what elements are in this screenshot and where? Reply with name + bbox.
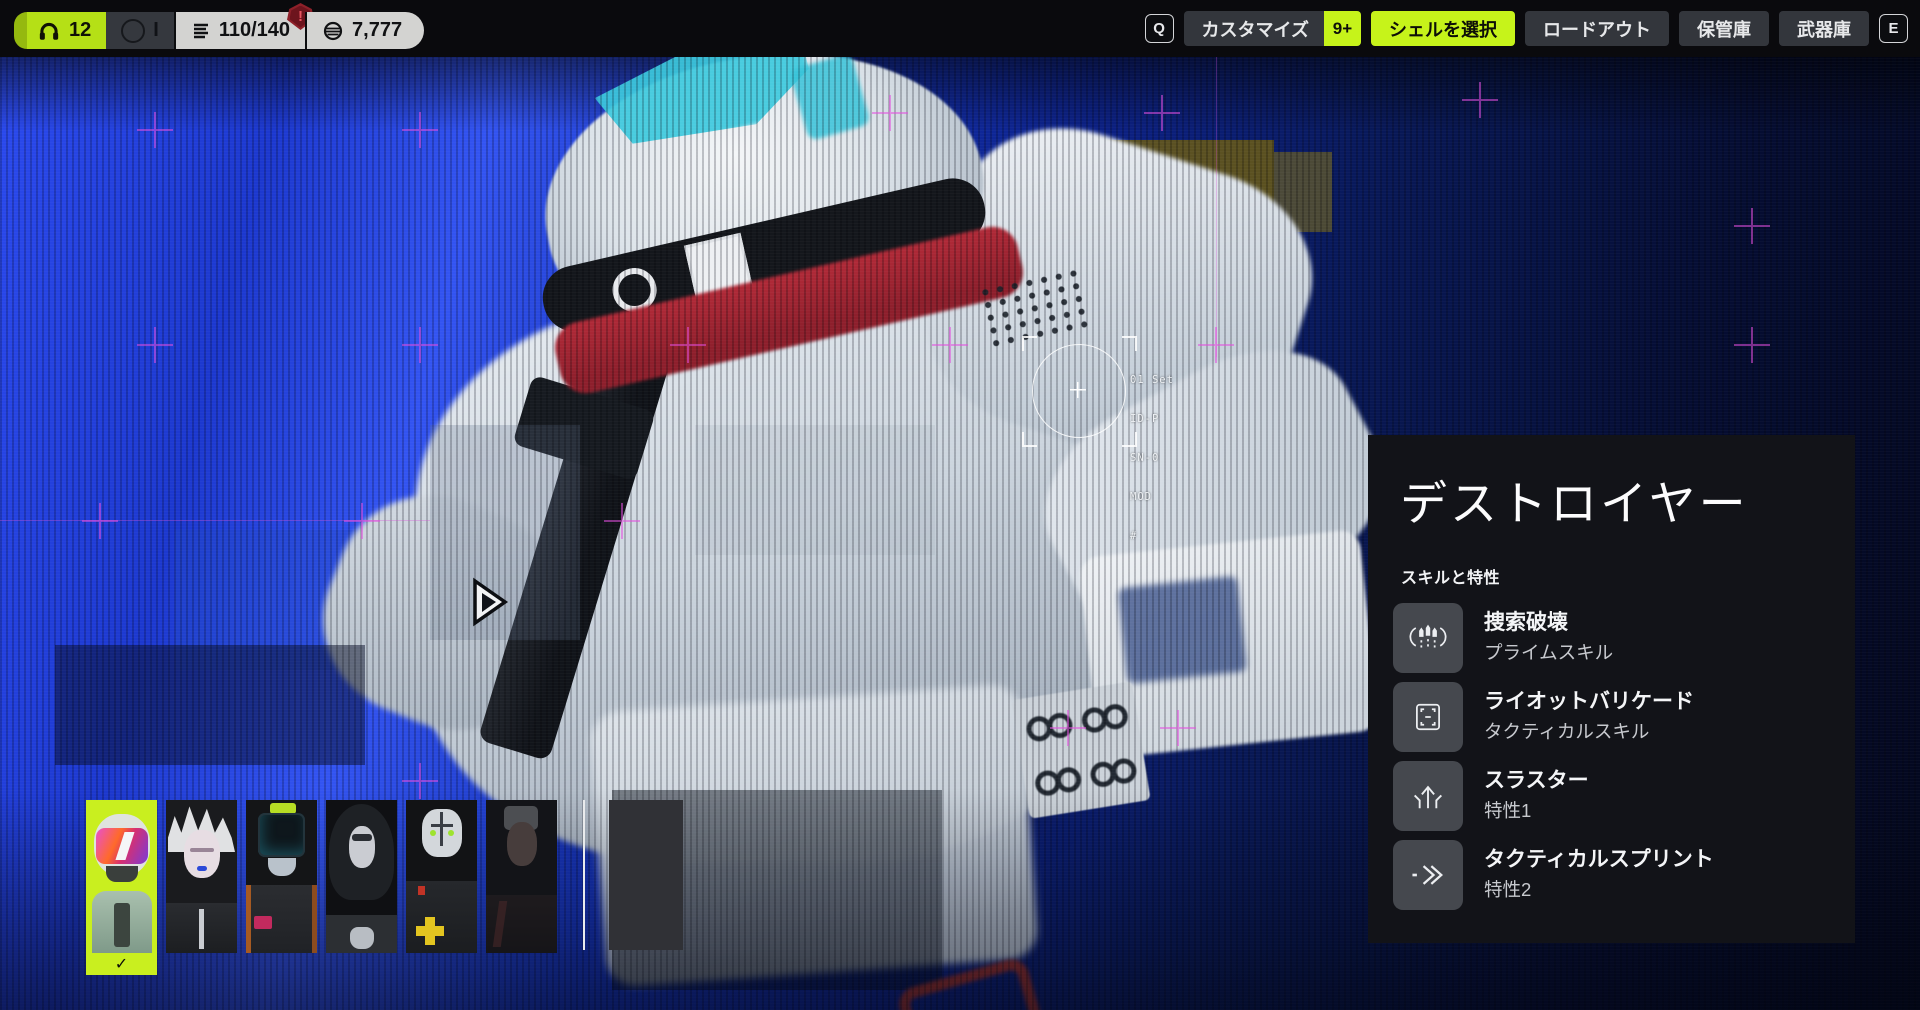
shell-selector-divider	[583, 800, 585, 950]
skill-type: 特性2	[1484, 876, 1714, 902]
key-q-badge: Q	[1145, 14, 1174, 43]
armory-button[interactable]: 武器庫	[1779, 11, 1869, 46]
skills-section-label: スキルと特性	[1401, 564, 1855, 588]
circle-icon	[121, 19, 145, 43]
top-nav: Q カスタマイズ 9+ シェルを選択 ロードアウト 保管庫 武器庫 E	[1145, 11, 1908, 46]
skill-row-trait1[interactable]: スラスター 特性1	[1393, 761, 1855, 831]
shell-name-title: デストロイヤー	[1400, 465, 1855, 534]
selected-check-icon: ✓	[86, 953, 157, 975]
top-bar: 12 I 110/140 ! 7,777	[0, 0, 1920, 57]
bars-icon	[191, 20, 211, 42]
skill-name: タクティカルスプリント	[1484, 848, 1714, 872]
barricade-icon	[1393, 682, 1463, 752]
rank-value: I	[153, 19, 159, 42]
skill-name: スラスター	[1484, 769, 1589, 793]
currency-badge[interactable]: 7,777	[305, 12, 424, 49]
customize-button[interactable]: カスタマイズ 9+	[1184, 11, 1361, 46]
sprint-icon	[1393, 840, 1463, 910]
capacity-badge[interactable]: 110/140 !	[174, 12, 305, 49]
mouse-cursor	[468, 576, 512, 628]
select-shell-button[interactable]: シェルを選択	[1371, 11, 1515, 46]
shell-selector: ✓	[86, 800, 557, 975]
shell-thumbnail-1-selected[interactable]: ✓	[86, 800, 157, 975]
game-screen: 01 Set ID-P SN-0 MOD # 12 I	[0, 0, 1920, 1010]
rank-badge[interactable]: I	[106, 12, 174, 49]
skill-name: ライオットバリケード	[1484, 690, 1694, 714]
fans-count: 12	[69, 19, 91, 42]
shell-thumbnail-6[interactable]	[486, 800, 557, 953]
customize-count-badge: 9+	[1324, 11, 1361, 46]
skill-type: タクティカルスキル	[1484, 718, 1694, 744]
skill-type: プライムスキル	[1484, 639, 1613, 665]
skills-list: 捜索破壊 プライムスキル ライオットバリケード タクティカルスキル	[1393, 603, 1855, 910]
shell-thumbnail-5[interactable]	[406, 800, 477, 953]
shell-thumbnail-3[interactable]	[246, 800, 317, 953]
shell-empty-slot[interactable]	[609, 800, 683, 950]
shell-thumbnail-2[interactable]	[166, 800, 237, 953]
shell-thumbnail-4[interactable]	[326, 800, 397, 953]
capacity-value: 110/140	[219, 19, 290, 42]
loadout-button[interactable]: ロードアウト	[1525, 11, 1669, 46]
skill-row-prime[interactable]: 捜索破壊 プライムスキル	[1393, 603, 1855, 673]
status-pill: 12 I 110/140 ! 7,777	[14, 12, 424, 49]
shell-info-panel: デストロイヤー スキルと特性 捜索破壊 プライムスキル	[1368, 435, 1855, 943]
vault-button[interactable]: 保管庫	[1679, 11, 1769, 46]
coins-icon	[322, 20, 344, 42]
thruster-icon	[1393, 761, 1463, 831]
pill-left-cap	[14, 12, 27, 49]
skill-row-tactical[interactable]: ライオットバリケード タクティカルスキル	[1393, 682, 1855, 752]
skill-name: 捜索破壊	[1484, 611, 1613, 635]
currency-value: 7,777	[352, 19, 402, 42]
skill-row-trait2[interactable]: タクティカルスプリント 特性2	[1393, 840, 1855, 910]
key-e-badge: E	[1879, 14, 1908, 43]
skill-type: 特性1	[1484, 797, 1589, 823]
headset-icon	[37, 19, 61, 43]
fans-badge[interactable]: 12	[27, 12, 106, 49]
missiles-icon	[1393, 603, 1463, 673]
